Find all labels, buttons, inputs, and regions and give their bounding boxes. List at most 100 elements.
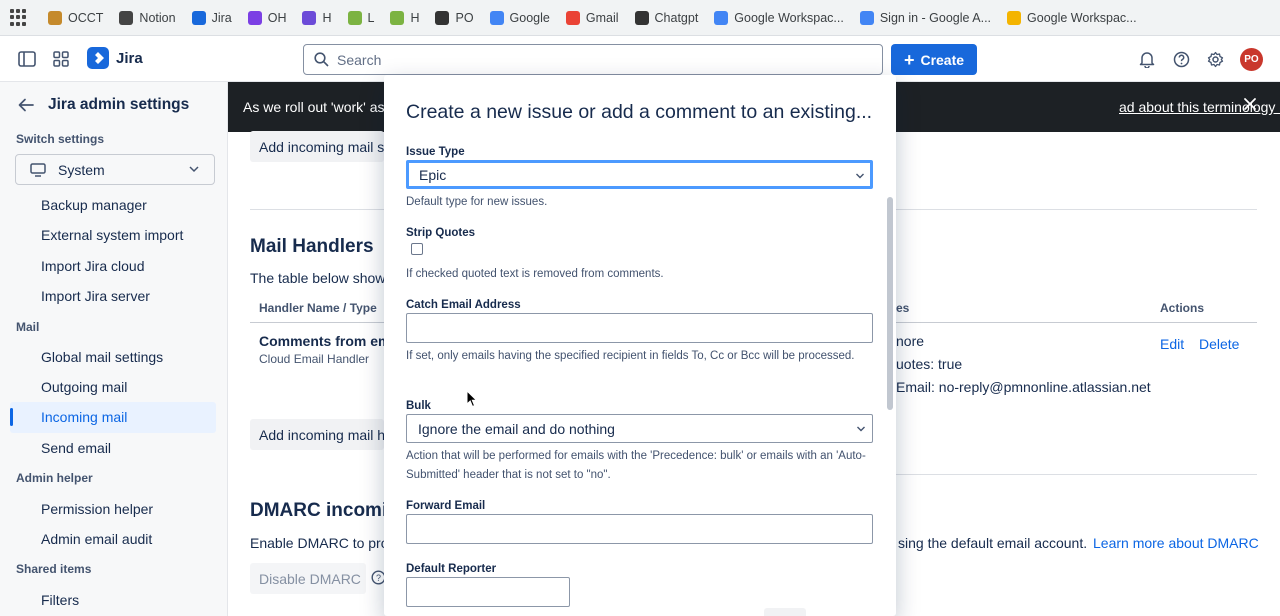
user-avatar[interactable]: PO [1240,48,1263,71]
issue-type-select[interactable]: Epic [406,160,873,189]
help-icon[interactable] [1171,49,1191,69]
add-incoming-mail-handler-button[interactable]: Add incoming mail h [250,419,384,450]
bookmark-item[interactable]: H [302,10,332,25]
bookmark-favicon-icon [119,10,134,25]
sidebar-item-send-email[interactable]: Send email [41,440,111,456]
switch-settings-label: Switch settings [16,132,105,146]
bookmark-favicon-icon [859,10,874,25]
banner-text: As we roll out 'work' as [243,99,385,115]
bookmark-label: PO [455,10,474,25]
apps-grid-icon[interactable] [10,8,28,27]
bookmark-item[interactable]: Google [489,10,550,25]
sidebar-item-global-mail-settings[interactable]: Global mail settings [41,349,163,365]
app-switcher-icon[interactable] [51,49,71,69]
notifications-bell-icon[interactable] [1137,49,1157,69]
search-input[interactable] [337,51,837,68]
jira-logo-text: Jira [116,49,143,67]
strip-quotes-label: Strip Quotes [406,227,476,239]
bookmark-favicon-icon [634,10,649,25]
bookmark-item[interactable]: Jira [191,10,232,25]
strip-quotes-checkbox[interactable] [411,243,423,255]
bookmark-item[interactable]: H [390,10,420,25]
bookmark-favicon-icon [247,10,262,25]
switch-settings-select[interactable]: System [15,154,215,185]
chevron-down-icon [857,426,865,432]
close-icon[interactable] [1243,97,1257,116]
svg-text:?: ? [376,573,381,583]
bookmark-item[interactable]: Notion [119,10,176,25]
bookmark-item[interactable]: Google Workspac... [1007,10,1137,25]
bookmark-item[interactable]: Google Workspac... [714,10,844,25]
search-bar[interactable] [303,44,883,75]
mail-handlers-intro: The table below show [250,270,386,286]
default-reporter-field[interactable] [406,577,570,607]
handler-detail-3: Email: no-reply@pmnonline.atlassian.net [896,379,1151,395]
sidebar-active-indicator [10,408,13,426]
bookmark-item[interactable]: OH [247,10,287,25]
bookmark-favicon-icon [390,10,405,25]
sidebar-item-outgoing-mail[interactable]: Outgoing mail [41,379,127,395]
bookmark-label: Jira [211,10,232,25]
bulk-select[interactable]: Ignore the email and do nothing [406,414,873,443]
delete-link[interactable]: Delete [1199,336,1239,352]
bulk-help: Action that will be performed for emails… [406,450,866,481]
handler-type: Cloud Email Handler [259,352,370,366]
sidebar-item-external-import[interactable]: External system import [41,227,183,243]
bookmark-favicon-icon [302,10,317,25]
create-button[interactable]: + Create [891,44,977,75]
dialog-footer-button[interactable] [764,608,806,616]
sidebar-item-import-jira-server[interactable]: Import Jira server [41,288,150,304]
column-header-actions: Actions [1160,301,1205,315]
bookmark-item[interactable]: Sign in - Google A... [859,10,991,25]
sidebar-section-admin-helper: Admin helper [16,471,93,485]
bookmark-item[interactable]: Chatgpt [634,10,698,25]
sidebar-item-filters[interactable]: Filters [41,592,79,608]
bookmark-label: OH [267,10,287,25]
chevron-down-icon [189,166,199,173]
learn-more-dmarc-link[interactable]: Learn more about DMARC [1093,535,1259,551]
catch-email-input[interactable] [407,314,872,342]
disable-dmarc-button[interactable]: Disable DMARC [250,563,366,594]
column-header-details: es [896,301,910,315]
dialog-title: Create a new issue or add a comment to a… [406,101,873,123]
bulk-label: Bulk [406,400,431,412]
issue-type-label: Issue Type [406,146,465,158]
handler-name: Comments from em [259,333,391,349]
bookmark-item[interactable]: L [347,10,375,25]
search-icon [314,52,329,67]
mail-handlers-title: Mail Handlers [250,236,374,257]
arrow-left-icon [18,98,34,112]
bookmark-item[interactable]: Gmail [565,10,619,25]
mouse-pointer-icon [466,389,478,413]
dialog-scrollbar[interactable] [887,197,893,410]
sidebar-toggle-icon[interactable] [17,49,37,69]
bookmarks-bar: OCCT Notion Jira OH H L H PO Google Gmail Chatgpt G… [0,0,1280,36]
edit-link[interactable]: Edit [1160,336,1184,352]
bookmark-label: H [322,10,332,25]
bookmark-item[interactable]: PO [435,10,474,25]
sidebar-item-backup-manager[interactable]: Backup manager [41,197,147,213]
sidebar-item-admin-email-audit[interactable]: Admin email audit [41,531,152,547]
bookmark-label: H [410,10,420,25]
bookmark-favicon-icon [489,10,504,25]
handler-detail-2: uotes: true [896,356,963,372]
forward-email-input[interactable] [407,515,872,543]
sidebar-item-permission-helper[interactable]: Permission helper [41,501,153,517]
catch-email-field[interactable] [406,313,873,343]
back-to-admin[interactable]: Jira admin settings [18,96,189,114]
forward-email-field[interactable] [406,514,873,544]
plus-icon: + [903,49,915,70]
monitor-icon [30,162,46,177]
bookmark-item[interactable]: OCCT [48,10,104,25]
default-reporter-label: Default Reporter [406,563,497,575]
jira-logo[interactable]: Jira [87,47,143,69]
sidebar-item-import-jira-cloud[interactable]: Import Jira cloud [41,258,144,274]
bookmark-label: Gmail [585,10,619,25]
sidebar-item-incoming-mail[interactable]: Incoming mail [41,409,127,425]
dmarc-text-left: Enable DMARC to pro [250,535,389,551]
dmarc-title: DMARC incomi [250,500,388,521]
bookmark-label: L [367,10,375,25]
bookmark-label: OCCT [68,10,104,25]
settings-gear-icon[interactable] [1205,49,1225,69]
add-incoming-mail-server-button[interactable]: Add incoming mail s [250,131,384,162]
